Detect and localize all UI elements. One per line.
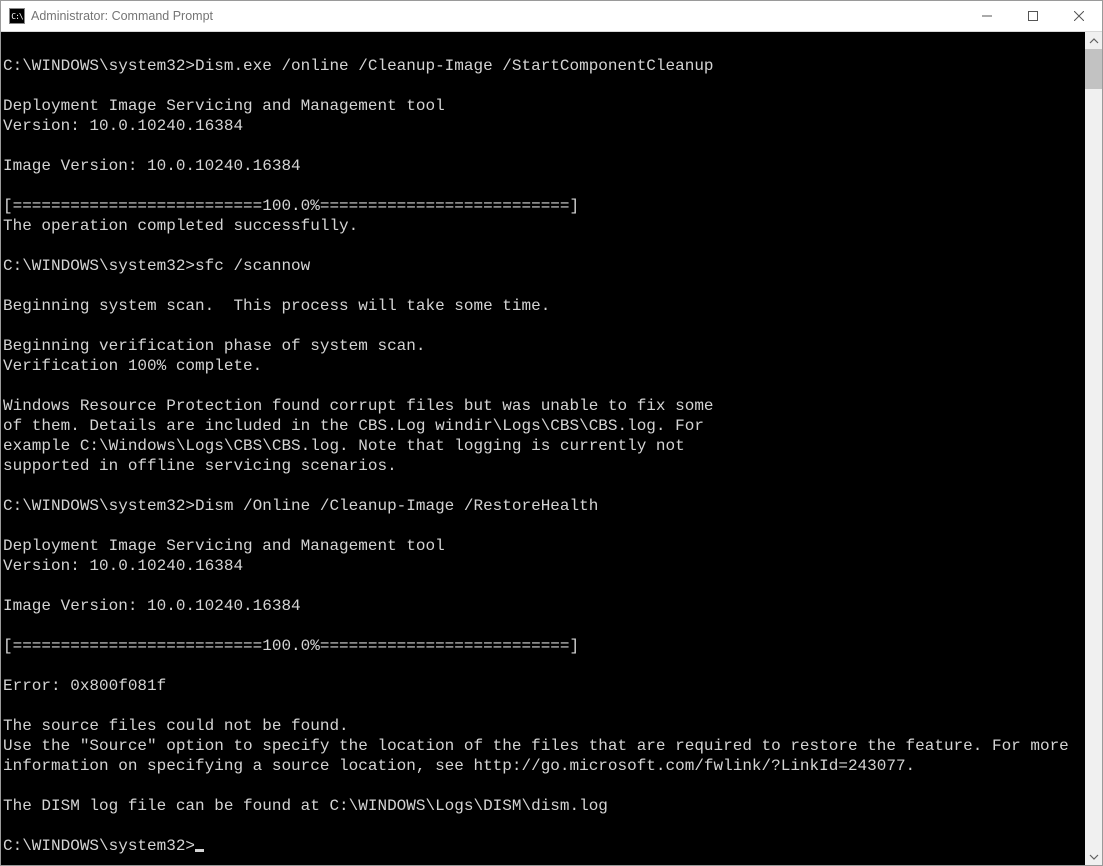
terminal-line: C:\WINDOWS\system32>sfc /scannow <box>3 256 1083 276</box>
terminal-line: Deployment Image Servicing and Managemen… <box>3 536 1083 556</box>
terminal-line <box>3 236 1083 256</box>
terminal-line <box>3 476 1083 496</box>
terminal-line <box>3 376 1083 396</box>
terminal-line: Beginning system scan. This process will… <box>3 296 1083 316</box>
terminal-line <box>3 656 1083 676</box>
terminal-line: Windows Resource Protection found corrup… <box>3 396 1083 416</box>
scrollbar-thumb[interactable] <box>1085 49 1102 89</box>
terminal-line <box>3 316 1083 336</box>
terminal-prompt: C:\WINDOWS\system32> <box>3 837 195 855</box>
maximize-icon <box>1028 11 1038 21</box>
terminal-line: The source files could not be found. <box>3 716 1083 736</box>
cmd-app-icon: C:\ <box>9 8 25 24</box>
terminal-line: Verification 100% complete. <box>3 356 1083 376</box>
terminal-line <box>3 576 1083 596</box>
terminal-line: Version: 10.0.10240.16384 <box>3 116 1083 136</box>
terminal-line <box>3 816 1083 836</box>
vertical-scrollbar[interactable] <box>1085 32 1102 865</box>
terminal-line: Image Version: 10.0.10240.16384 <box>3 596 1083 616</box>
terminal-line: supported in offline servicing scenarios… <box>3 456 1083 476</box>
terminal-line <box>3 76 1083 96</box>
terminal-line: [==========================100.0%=======… <box>3 196 1083 216</box>
terminal-line: Image Version: 10.0.10240.16384 <box>3 156 1083 176</box>
maximize-button[interactable] <box>1010 1 1056 31</box>
terminal-line: Deployment Image Servicing and Managemen… <box>3 96 1083 116</box>
window-controls <box>964 1 1102 31</box>
minimize-icon <box>982 11 992 21</box>
terminal-line: Beginning verification phase of system s… <box>3 336 1083 356</box>
scroll-down-button[interactable] <box>1085 848 1102 865</box>
client-area: C:\WINDOWS\system32>Dism.exe /online /Cl… <box>1 32 1102 865</box>
terminal-line <box>3 36 1083 56</box>
terminal-line: Error: 0x800f081f <box>3 676 1083 696</box>
terminal-line <box>3 136 1083 156</box>
command-prompt-window: C:\ Administrator: Command Prompt C:\WIN… <box>0 0 1103 866</box>
terminal-line: The DISM log file can be found at C:\WIN… <box>3 796 1083 816</box>
window-title: Administrator: Command Prompt <box>31 9 213 23</box>
minimize-button[interactable] <box>964 1 1010 31</box>
terminal-line: Use the "Source" option to specify the l… <box>3 736 1083 776</box>
chevron-down-icon <box>1089 852 1099 862</box>
close-button[interactable] <box>1056 1 1102 31</box>
terminal-line: C:\WINDOWS\system32>Dism.exe /online /Cl… <box>3 56 1083 76</box>
terminal-line <box>3 276 1083 296</box>
chevron-up-icon <box>1089 36 1099 46</box>
terminal-line: of them. Details are included in the CBS… <box>3 416 1083 436</box>
terminal-cursor <box>195 849 204 852</box>
terminal-line <box>3 776 1083 796</box>
terminal-line <box>3 176 1083 196</box>
terminal-prompt-line[interactable]: C:\WINDOWS\system32> <box>3 836 1083 856</box>
terminal-line <box>3 616 1083 636</box>
scroll-up-button[interactable] <box>1085 32 1102 49</box>
terminal-line: example C:\Windows\Logs\CBS\CBS.log. Not… <box>3 436 1083 456</box>
terminal-line: C:\WINDOWS\system32>Dism /Online /Cleanu… <box>3 496 1083 516</box>
terminal-line: [==========================100.0%=======… <box>3 636 1083 656</box>
scrollbar-track[interactable] <box>1085 49 1102 848</box>
terminal-line <box>3 516 1083 536</box>
terminal-line: The operation completed successfully. <box>3 216 1083 236</box>
terminal-line <box>3 696 1083 716</box>
close-icon <box>1074 11 1084 21</box>
terminal-output[interactable]: C:\WINDOWS\system32>Dism.exe /online /Cl… <box>1 32 1085 865</box>
titlebar[interactable]: C:\ Administrator: Command Prompt <box>1 1 1102 32</box>
terminal-line: Version: 10.0.10240.16384 <box>3 556 1083 576</box>
